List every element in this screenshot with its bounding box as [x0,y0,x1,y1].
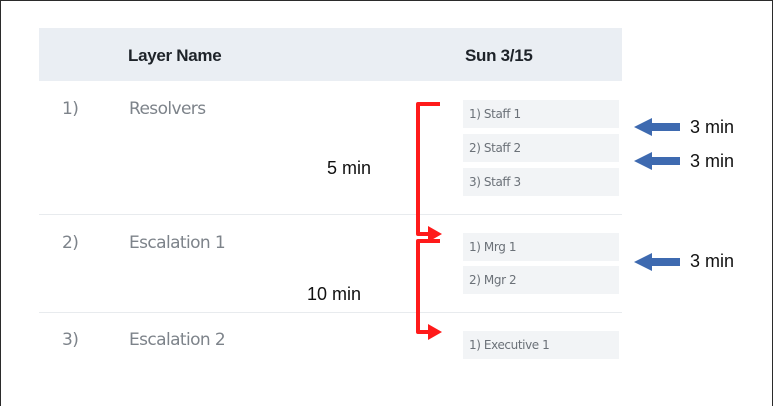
blue-arrow-icon [634,253,680,271]
arrow-label: 3 min [690,151,735,171]
red-bracket-2 [416,239,442,340]
blue-arrow-icon [634,118,680,136]
bracket-label: 10 min [307,284,362,304]
red-bracket-1 [416,102,442,242]
arrow-label: 3 min [690,117,735,137]
arrow-label: 3 min [690,251,735,271]
blue-arrow-icon [634,152,680,170]
annotation-overlay [416,102,680,340]
bracket-label: 5 min [327,158,372,178]
